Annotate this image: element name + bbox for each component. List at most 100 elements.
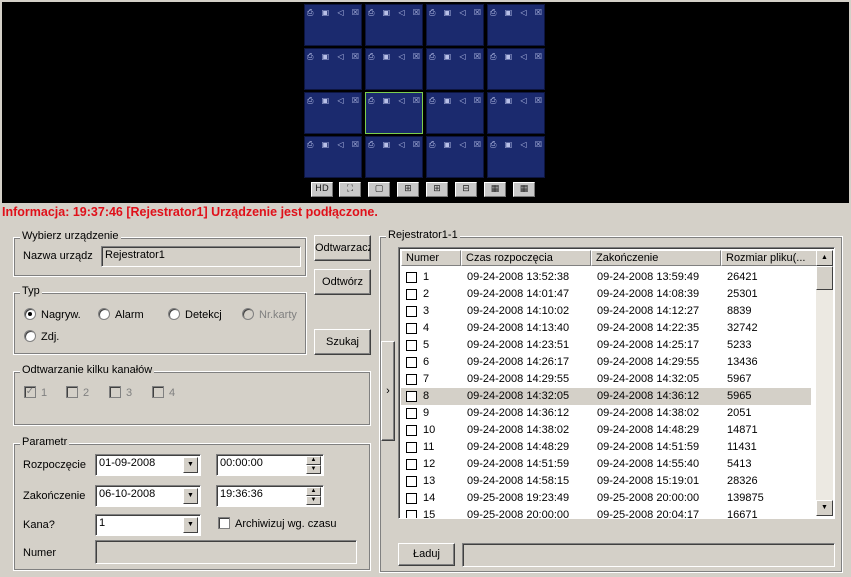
video-cell[interactable]: ⎙ ▣ ◁ ☒ — [487, 4, 545, 46]
rec-icon[interactable]: ▣ — [383, 96, 391, 105]
speaker-icon[interactable]: ◁ — [337, 140, 343, 149]
speaker-icon[interactable]: ◁ — [459, 96, 465, 105]
rec-icon[interactable]: ▣ — [505, 52, 513, 61]
speaker-icon[interactable]: ◁ — [520, 140, 526, 149]
rec-icon[interactable]: ▣ — [444, 140, 452, 149]
cam-icon[interactable]: ⎙ — [429, 52, 435, 61]
8-split-icon[interactable]: ⊟ — [455, 182, 477, 197]
play-button[interactable]: Odtwórz — [314, 269, 371, 295]
video-cell[interactable]: ⎙ ▣ ◁ ☒ — [365, 136, 423, 178]
vertical-scrollbar[interactable]: ▲ ▼ — [816, 250, 833, 516]
row-checkbox[interactable] — [406, 459, 417, 470]
scroll-down-icon[interactable]: ▼ — [816, 500, 833, 516]
close-icon[interactable]: ☒ — [474, 140, 481, 149]
table-row[interactable]: 1 09-24-2008 13:52:38 09-24-2008 13:59:49 2… — [401, 269, 811, 286]
chevron-down-icon[interactable]: ▼ — [183, 457, 198, 473]
cam-icon[interactable]: ⎙ — [368, 52, 374, 61]
video-cell[interactable]: ⎙ ▣ ◁ ☒ — [304, 136, 362, 178]
rec-icon[interactable]: ▣ — [383, 8, 391, 17]
spin-up-icon[interactable]: ▲ — [306, 456, 321, 465]
rec-icon[interactable]: ▣ — [444, 96, 452, 105]
close-icon[interactable]: ☒ — [474, 96, 481, 105]
rec-icon[interactable]: ▣ — [322, 8, 330, 17]
row-checkbox[interactable] — [406, 425, 417, 436]
table-row[interactable]: 8 09-24-2008 14:32:05 09-24-2008 14:36:12 5… — [401, 388, 811, 405]
chevron-down-icon[interactable]: ▼ — [183, 517, 198, 533]
cam-icon[interactable]: ⎙ — [490, 96, 496, 105]
scroll-thumb[interactable] — [816, 266, 833, 290]
start-time-field[interactable]: 00:00:00 ▲ ▼ — [216, 454, 324, 476]
scroll-up-icon[interactable]: ▲ — [816, 250, 833, 266]
col-header-number[interactable]: Numer — [401, 250, 461, 266]
row-checkbox[interactable] — [406, 374, 417, 385]
row-checkbox[interactable] — [406, 510, 417, 518]
cam-icon[interactable]: ⎙ — [368, 140, 374, 149]
cam-icon[interactable]: ⎙ — [429, 96, 435, 105]
rec-icon[interactable]: ▣ — [505, 8, 513, 17]
cam-icon[interactable]: ⎙ — [368, 96, 374, 105]
row-checkbox[interactable] — [406, 357, 417, 368]
load-button[interactable]: Ładuj — [398, 543, 455, 566]
table-row[interactable]: 14 09-25-2008 19:23:49 09-25-2008 20:00:00… — [401, 490, 811, 507]
row-checkbox[interactable] — [406, 323, 417, 334]
4-split-icon[interactable]: ⊞ — [397, 182, 419, 197]
video-cell[interactable]: ⎙ ▣ ◁ ☒ — [365, 92, 423, 134]
video-cell[interactable]: ⎙ ▣ ◁ ☒ — [304, 4, 362, 46]
table-row[interactable]: 7 09-24-2008 14:29:55 09-24-2008 14:32:05 5… — [401, 371, 811, 388]
speaker-icon[interactable]: ◁ — [398, 52, 404, 61]
col-header-start[interactable]: Czas rozpoczęcia — [461, 250, 591, 266]
table-row[interactable]: 11 09-24-2008 14:48:29 09-24-2008 14:51:59… — [401, 439, 811, 456]
playback-button[interactable]: Odtwarzacz — [314, 235, 371, 261]
close-icon[interactable]: ☒ — [413, 140, 420, 149]
row-checkbox[interactable] — [406, 272, 417, 283]
cam-icon[interactable]: ⎙ — [307, 96, 313, 105]
search-button[interactable]: Szukaj — [314, 329, 371, 355]
speaker-icon[interactable]: ◁ — [459, 140, 465, 149]
cam-icon[interactable]: ⎙ — [307, 8, 313, 17]
video-cell[interactable]: ⎙ ▣ ◁ ☒ — [304, 92, 362, 134]
speaker-icon[interactable]: ◁ — [520, 52, 526, 61]
close-icon[interactable]: ☒ — [474, 8, 481, 17]
end-time-field[interactable]: 19:36:36 ▲ ▼ — [216, 485, 324, 507]
speaker-icon[interactable]: ◁ — [398, 96, 404, 105]
speaker-icon[interactable]: ◁ — [398, 8, 404, 17]
HD-icon[interactable]: HD — [311, 182, 333, 197]
video-cell[interactable]: ⎙ ▣ ◁ ☒ — [304, 48, 362, 90]
cam-icon[interactable]: ⎙ — [429, 8, 435, 17]
cam-icon[interactable]: ⎙ — [490, 140, 496, 149]
chevron-down-icon[interactable]: ▼ — [183, 488, 198, 504]
close-icon[interactable]: ☒ — [535, 140, 542, 149]
video-cell[interactable]: ⎙ ▣ ◁ ☒ — [487, 48, 545, 90]
9-split-icon[interactable]: ▦ — [484, 182, 506, 197]
table-row[interactable]: 9 09-24-2008 14:36:12 09-24-2008 14:38:02 2… — [401, 405, 811, 422]
row-checkbox[interactable] — [406, 391, 417, 402]
cam-icon[interactable]: ⎙ — [490, 52, 496, 61]
speaker-icon[interactable]: ◁ — [337, 96, 343, 105]
row-checkbox[interactable] — [406, 340, 417, 351]
col-header-size[interactable]: Rozmiar pliku(... — [721, 250, 817, 266]
cam-icon[interactable]: ⎙ — [490, 8, 496, 17]
close-icon[interactable]: ☒ — [535, 52, 542, 61]
rec-icon[interactable]: ▣ — [444, 52, 452, 61]
radio-zdj[interactable] — [24, 330, 36, 342]
table-row[interactable]: 3 09-24-2008 14:10:02 09-24-2008 14:12:27 8… — [401, 303, 811, 320]
speaker-icon[interactable]: ◁ — [459, 52, 465, 61]
cam-icon[interactable]: ⎙ — [307, 52, 313, 61]
row-checkbox[interactable] — [406, 442, 417, 453]
video-cell[interactable]: ⎙ ▣ ◁ ☒ — [426, 4, 484, 46]
speaker-icon[interactable]: ◁ — [337, 52, 343, 61]
close-icon[interactable]: ☒ — [413, 52, 420, 61]
rec-icon[interactable]: ▣ — [444, 8, 452, 17]
row-checkbox[interactable] — [406, 476, 417, 487]
row-checkbox[interactable] — [406, 408, 417, 419]
speaker-icon[interactable]: ◁ — [459, 8, 465, 17]
start-date-combo[interactable]: 01-09-2008 ▼ — [95, 454, 201, 476]
close-icon[interactable]: ☒ — [352, 140, 359, 149]
col-header-end[interactable]: Zakończenie — [591, 250, 721, 266]
table-row[interactable]: 5 09-24-2008 14:23:51 09-24-2008 14:25:17 5… — [401, 337, 811, 354]
table-row[interactable]: 2 09-24-2008 14:01:47 09-24-2008 14:08:39 2… — [401, 286, 811, 303]
rec-icon[interactable]: ▣ — [322, 52, 330, 61]
speaker-icon[interactable]: ◁ — [520, 96, 526, 105]
video-cell[interactable]: ⎙ ▣ ◁ ☒ — [487, 136, 545, 178]
speaker-icon[interactable]: ◁ — [520, 8, 526, 17]
